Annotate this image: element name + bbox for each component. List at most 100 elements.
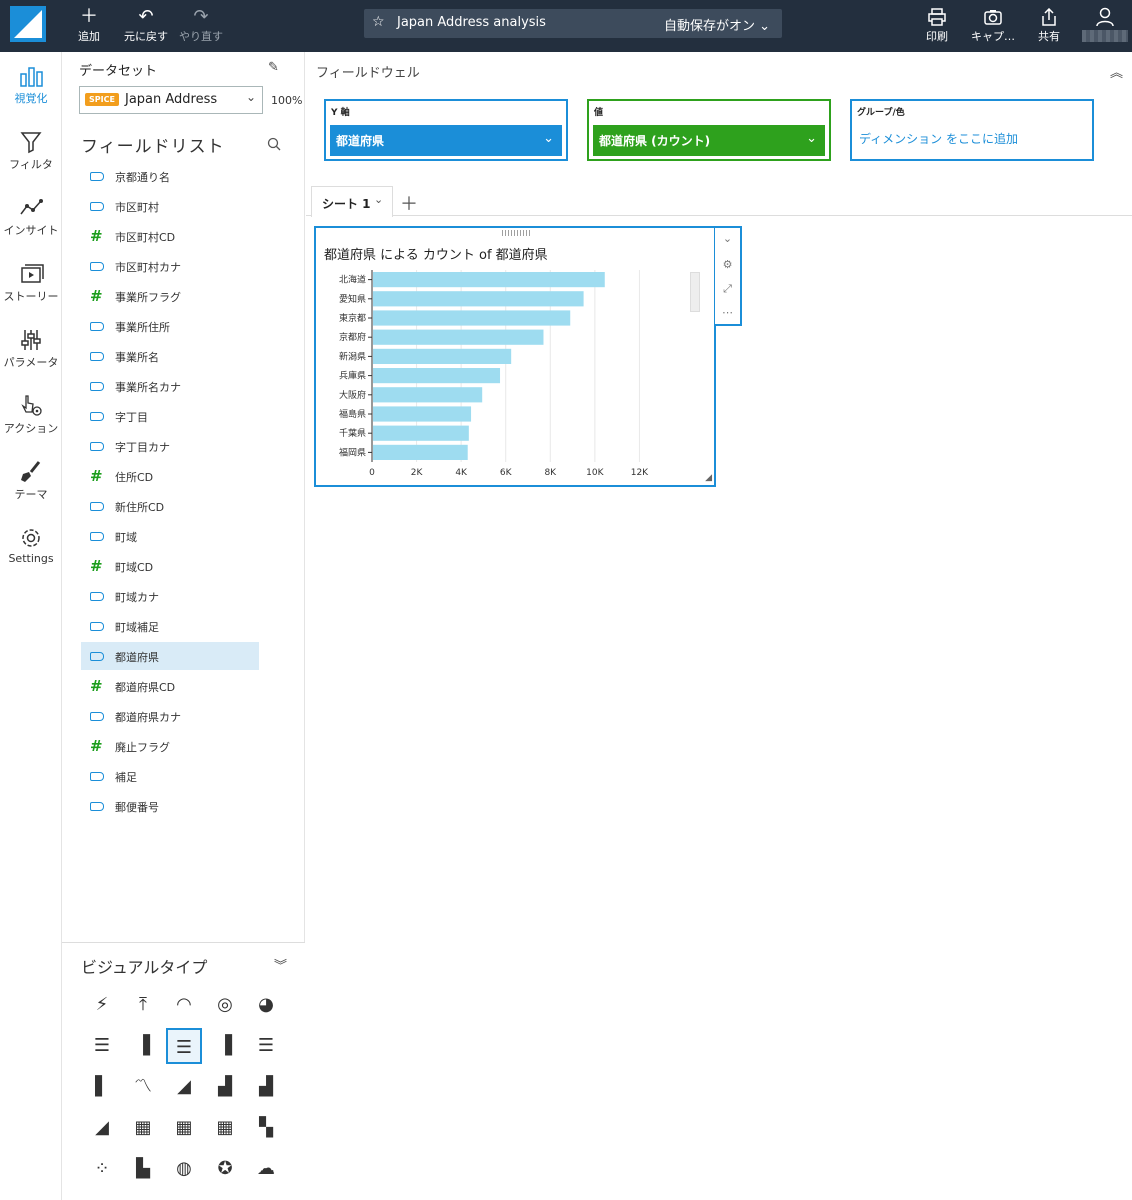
analysis-title-box[interactable]: ☆ Japan Address analysis 自動保存がオン ⌄ [364,9,782,38]
visual-types-title: ビジュアルタイプ [81,958,208,977]
analysis-title[interactable]: Japan Address analysis [397,15,546,30]
drag-handle[interactable] [502,230,532,236]
field-item[interactable]: # 都道府県CD [81,672,259,700]
field-item[interactable]: 新住所CD [81,492,259,520]
gauge-icon[interactable]: ◠ [166,987,202,1023]
insight-bulb-icon[interactable]: ✪ [207,1151,243,1187]
search-icon[interactable] [267,136,281,155]
bar [373,425,469,441]
field-item[interactable]: 都道府県 [81,642,259,670]
nav-filter[interactable]: フィルタ [0,130,62,172]
chevron-down-icon[interactable]: ︾ [274,955,287,974]
nav-action[interactable]: アクション [0,394,62,436]
redo-button[interactable]: ↷ やり直す [176,6,226,46]
dataset-select[interactable]: SPICE Japan Address ⌄ [79,86,263,114]
vertical-stacked-bar-icon[interactable]: ▐ [207,1028,243,1064]
nav-theme[interactable]: テーマ [0,460,62,502]
horizontal-stacked-bar-icon[interactable]: ☰ [166,1028,202,1064]
star-icon[interactable]: ☆ [372,14,385,30]
field-item[interactable]: 都道府県カナ [81,702,259,730]
field-item[interactable]: 町域カナ [81,582,259,610]
visual-types-panel: ビジュアルタイプ ︾ ⚡ ⤒ ◠ ◎ ◕ ☰ ▐ ☰ ▐ ☰ ▌ 〽 ◢ ▟ ▟ ◢ ▦ ▦ ▦ ▚ ⁘ ▙ ◍ ✪ ☁ [62,942,305,1200]
nav-settings[interactable]: Settings [0,526,62,565]
horizontal-bar-icon[interactable]: ☰ [84,1028,120,1064]
dimension-tag-icon [90,442,104,451]
pivot-table-icon[interactable]: ▦ [166,1110,202,1146]
field-item[interactable]: # 廃止フラグ [81,732,259,760]
group-color-well[interactable]: グループ/色 ディメンション をここに追加 [850,99,1094,161]
share-button[interactable]: 共有 [1034,6,1064,46]
treemap-icon[interactable]: ▚ [248,1110,284,1146]
kpi-icon[interactable]: ⚡ [84,987,120,1023]
field-item[interactable]: 補足 [81,762,259,790]
print-button[interactable]: 印刷 [920,6,954,46]
table-icon[interactable]: ▦ [125,1110,161,1146]
top-toolbar: ＋ 追加 ↶ 元に戻す ↷ やり直す ☆ Japan Address analy… [0,0,1132,52]
heatmap-icon[interactable]: ▦ [207,1110,243,1146]
y-tick-label: 京都府 [339,331,366,343]
stacked-area-icon[interactable]: ◢ [84,1110,120,1146]
value-field-button[interactable]: 都道府県 (カウント) ⌄ [593,125,825,156]
y-axis-field-button[interactable]: 都道府県 ⌄ [330,125,562,156]
chevron-down-icon[interactable]: ⌄ [715,232,740,245]
chevron-down-icon[interactable]: ⌄ [374,193,383,206]
expand-icon[interactable]: ⤢ [715,282,740,296]
tab-sheet-1[interactable]: シート 1 ⌄ [311,186,393,217]
field-item[interactable]: # 市区町村CD [81,222,259,250]
area-icon[interactable]: ◢ [166,1069,202,1105]
capture-button[interactable]: キャプ… [968,6,1018,46]
field-item[interactable]: # 事業所フラグ [81,282,259,310]
gauge-up-icon[interactable]: ⤒ [125,987,161,1023]
scatter-icon[interactable]: ⁘ [84,1151,120,1187]
undo-button[interactable]: ↶ 元に戻す [120,6,172,46]
bar-chart-visual[interactable]: 都道府県 による カウント of 都道府県 0 2K 4K 6K 8K 10K 12K 北海道… [314,226,716,487]
field-label: 新住所CD [115,501,165,514]
word-cloud-icon[interactable]: ☁ [248,1151,284,1187]
donut-icon[interactable]: ◎ [207,987,243,1023]
more-options-icon[interactable]: ⋯ [715,306,740,319]
field-item[interactable]: # 町域CD [81,552,259,580]
line-icon[interactable]: 〽 [125,1069,161,1105]
add-sheet-icon[interactable]: ＋ [400,190,418,216]
quicksight-logo[interactable] [10,6,46,42]
field-item[interactable]: 事業所住所 [81,312,259,340]
add-button[interactable]: ＋ 追加 [74,6,104,46]
histogram-icon[interactable]: ▙ [125,1151,161,1187]
chevron-down-icon: ⌄ [245,90,256,104]
field-label: 市区町村カナ [115,261,181,274]
add-dimension-placeholder[interactable]: ディメンション をここに追加 [859,130,1018,147]
pencil-icon[interactable]: ✎ [268,60,279,75]
field-item[interactable]: # 住所CD [81,462,259,490]
chart-scrollbar[interactable] [690,272,700,312]
field-label: 町域補足 [115,621,159,634]
redo-icon: ↷ [193,6,209,27]
field-item[interactable]: 字丁目カナ [81,432,259,460]
vertical-bar-icon[interactable]: ▐ [125,1028,161,1064]
field-item[interactable]: 京都通り名 [81,162,259,190]
horizontal-100-bar-icon[interactable]: ☰ [248,1028,284,1064]
field-item[interactable]: 町域 [81,522,259,550]
nav-insight[interactable]: インサイト [0,196,62,238]
field-item[interactable]: 字丁目 [81,402,259,430]
nav-visualize[interactable]: 視覚化 [0,64,62,106]
vertical-100-bar-icon[interactable]: ▌ [84,1069,120,1105]
measure-hash-icon: # [90,737,103,755]
autosave-toggle[interactable]: 自動保存がオン ⌄ [664,15,770,34]
field-item[interactable]: 町域補足 [81,612,259,640]
field-item[interactable]: 市区町村カナ [81,252,259,280]
nav-story[interactable]: ストーリー [0,262,62,304]
sheet-tabs: シート 1 ⌄ [306,186,1132,217]
resize-handle-icon[interactable]: ◢ [705,473,712,483]
stacked-combo-icon[interactable]: ▟ [248,1069,284,1105]
collapse-icon[interactable]: ︽ [1110,62,1123,81]
field-item[interactable]: 事業所名カナ [81,372,259,400]
geo-map-icon[interactable]: ◍ [166,1151,202,1187]
field-item[interactable]: 事業所名 [81,342,259,370]
field-item[interactable]: 郵便番号 [81,792,259,820]
dimension-tag-icon [90,772,104,781]
gear-icon[interactable]: ⚙ [715,258,740,271]
field-item[interactable]: 市区町村 [81,192,259,220]
pie-icon[interactable]: ◕ [248,987,284,1023]
nav-parameter[interactable]: パラメータ [0,328,62,370]
bar-line-combo-icon[interactable]: ▟ [207,1069,243,1105]
